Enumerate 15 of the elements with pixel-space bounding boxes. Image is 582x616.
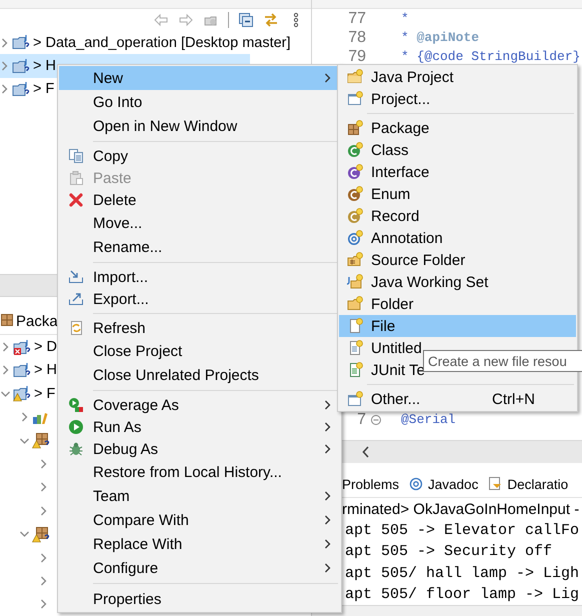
line-number: 7 — [356, 410, 366, 428]
console-line: apt 505/ floor lamp -> Lig — [345, 585, 580, 606]
code-line: @Serial — [401, 412, 456, 427]
tooltip: Create a new file resou — [423, 350, 582, 372]
code-line: *@apiNote — [401, 30, 480, 45]
console-line: apt 505 -> Security off — [345, 542, 554, 562]
line-number: 78 — [347, 28, 366, 46]
console-line: apt 505/ hall lamp -> Ligh — [345, 564, 580, 584]
shortcut-label: Ctrl+N — [492, 390, 536, 408]
line-number: 77 — [347, 10, 366, 28]
line-number: 79 — [347, 48, 366, 66]
console-line: apt 505 -> Elevator callFo — [345, 521, 580, 542]
code-line: * {@code StringBuilder} — [401, 49, 580, 64]
code-line: * — [401, 11, 409, 26]
console-title: rminated> OkJavaGoInHomeInput - — [342, 500, 580, 520]
